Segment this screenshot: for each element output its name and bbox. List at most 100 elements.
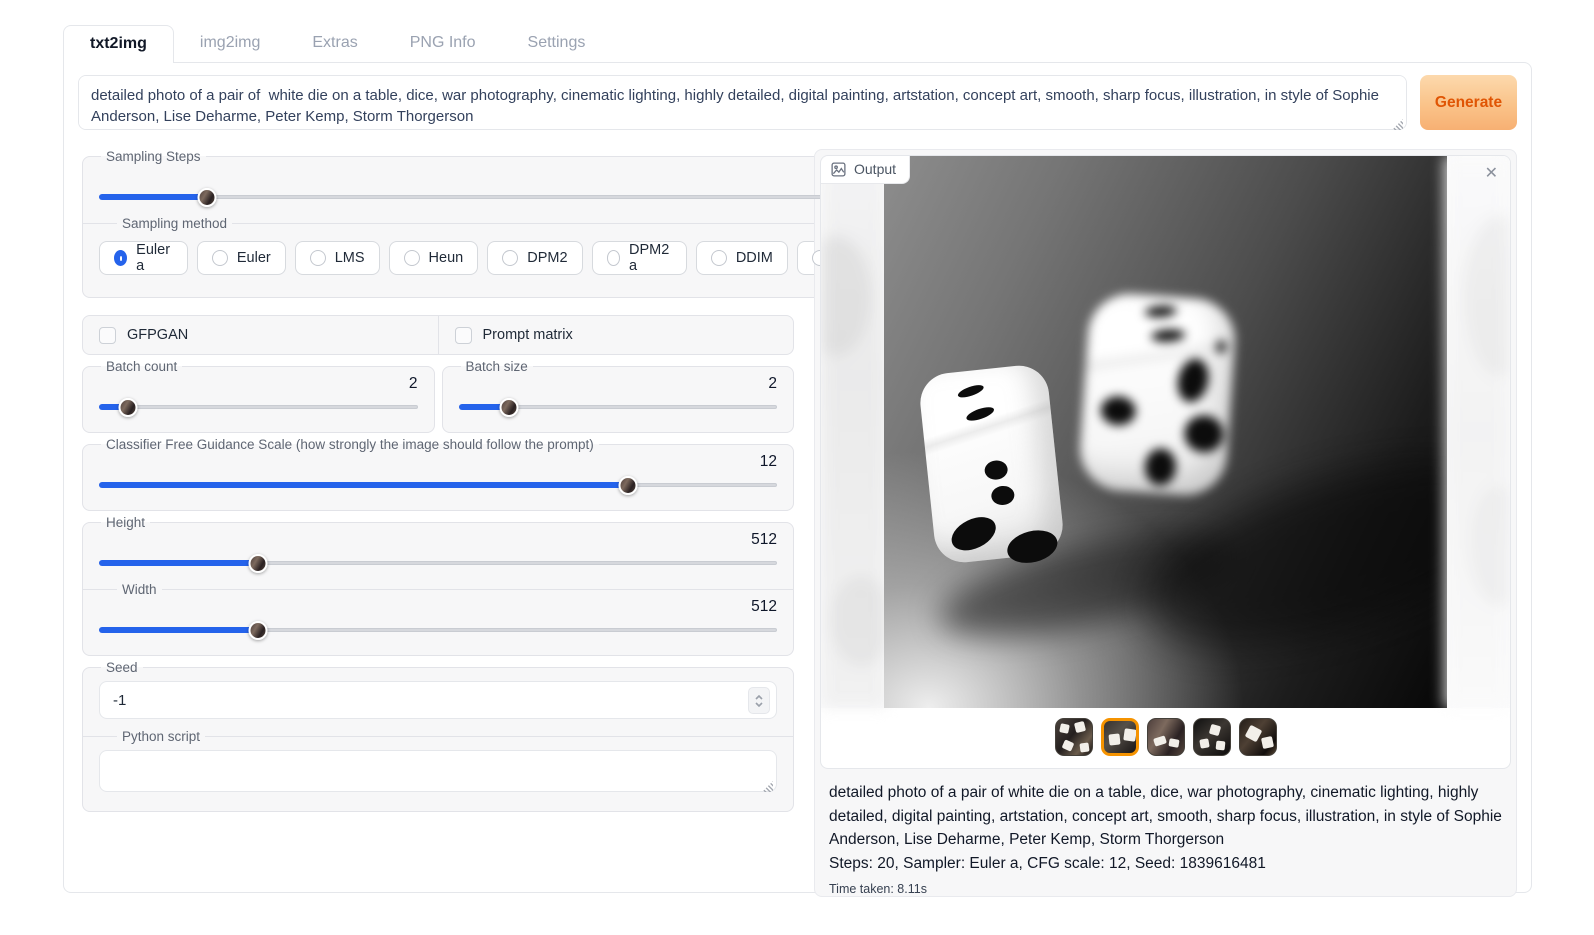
slider-thumb[interactable] bbox=[249, 621, 268, 640]
tab-img2img[interactable]: img2img bbox=[174, 25, 286, 62]
height-slider[interactable] bbox=[99, 554, 777, 572]
die-focused bbox=[917, 363, 1065, 565]
cfg-scale-label: Classifier Free Guidance Scale (how stro… bbox=[101, 437, 599, 452]
radio-label: DPM2 a bbox=[629, 242, 672, 274]
radio-ddim[interactable]: DDIM bbox=[696, 241, 788, 275]
radio-icon bbox=[711, 250, 727, 266]
sampling-steps-value: 20 bbox=[99, 164, 891, 188]
seed-group: Seed Python script bbox=[82, 660, 794, 812]
dimensions-group: Height 512 Width 512 bbox=[82, 515, 794, 656]
seed-input-wrap bbox=[99, 681, 777, 719]
width-slider[interactable] bbox=[99, 621, 777, 639]
tab-png-info[interactable]: PNG Info bbox=[384, 25, 502, 62]
sampling-group: Sampling Steps 20 Sampling method Euler … bbox=[82, 149, 908, 298]
radio-label: DPM2 bbox=[527, 250, 567, 266]
prompt-matrix-checkbox[interactable] bbox=[455, 327, 472, 344]
options-checkbox-panel: GFPGAN Prompt matrix bbox=[82, 315, 794, 355]
gallery-thumbnail-4[interactable] bbox=[1193, 718, 1231, 756]
batch-count-slider[interactable] bbox=[99, 398, 418, 416]
slider-thumb[interactable] bbox=[197, 188, 216, 207]
python-script-input[interactable] bbox=[99, 750, 777, 792]
batch-size-slider[interactable] bbox=[459, 398, 778, 416]
slider-thumb[interactable] bbox=[618, 476, 637, 495]
chevron-down-icon[interactable] bbox=[755, 702, 763, 707]
radio-label: DDIM bbox=[736, 250, 773, 266]
gfpgan-label: GFPGAN bbox=[127, 327, 188, 343]
python-script-label: Python script bbox=[117, 729, 205, 744]
sampling-method-group: Sampling method Euler a Euler LMS Heun D… bbox=[83, 216, 907, 287]
caption-prompt: detailed photo of a pair of white die on… bbox=[829, 781, 1502, 852]
slider-thumb[interactable] bbox=[500, 398, 519, 417]
gfpgan-checkbox[interactable] bbox=[99, 327, 116, 344]
radio-icon bbox=[404, 250, 420, 266]
gfpgan-option[interactable]: GFPGAN bbox=[83, 316, 439, 354]
slider-fill bbox=[99, 194, 207, 200]
tab-txt2img[interactable]: txt2img bbox=[63, 25, 174, 63]
radio-icon bbox=[607, 250, 620, 266]
output-label: Output bbox=[854, 161, 896, 177]
sampling-steps-label: Sampling Steps bbox=[101, 149, 206, 164]
tab-settings[interactable]: Settings bbox=[502, 25, 612, 62]
width-group: Width 512 bbox=[83, 582, 793, 645]
radio-dpm2[interactable]: DPM2 bbox=[487, 241, 582, 275]
height-value: 512 bbox=[99, 530, 777, 554]
previous-image-preview[interactable] bbox=[821, 156, 887, 708]
radio-dpm2-a[interactable]: DPM2 a bbox=[592, 241, 687, 275]
image-carousel bbox=[821, 156, 1510, 708]
chevron-up-icon[interactable] bbox=[755, 695, 763, 700]
slider-fill bbox=[99, 482, 628, 488]
gallery-thumbnail-1[interactable] bbox=[1055, 718, 1093, 756]
output-panel: Output ✕ bbox=[814, 149, 1517, 897]
radio-icon bbox=[502, 250, 518, 266]
cfg-scale-slider[interactable] bbox=[99, 476, 777, 494]
radio-euler-a[interactable]: Euler a bbox=[99, 241, 188, 275]
batch-count-group: Batch count 2 bbox=[82, 359, 435, 433]
batch-row: Batch count 2 Batch size 2 bbox=[82, 359, 794, 437]
python-script-box bbox=[99, 750, 777, 797]
gallery-thumbnail-5[interactable] bbox=[1239, 718, 1277, 756]
batch-size-group: Batch size 2 bbox=[442, 359, 795, 433]
batch-count-label: Batch count bbox=[101, 359, 182, 374]
output-column: Output ✕ bbox=[814, 149, 1517, 897]
radio-label: Heun bbox=[429, 250, 464, 266]
next-image-preview[interactable] bbox=[1444, 156, 1510, 708]
seed-input[interactable] bbox=[99, 681, 777, 719]
app-root: txt2img img2img Extras PNG Info Settings… bbox=[0, 25, 1594, 935]
close-icon[interactable]: ✕ bbox=[1482, 163, 1501, 185]
generated-image[interactable] bbox=[884, 156, 1447, 708]
output-label-chip: Output bbox=[821, 156, 910, 184]
prompt-input[interactable]: detailed photo of a pair of white die on… bbox=[78, 75, 1407, 130]
radio-euler[interactable]: Euler bbox=[197, 241, 286, 275]
radio-lms[interactable]: LMS bbox=[295, 241, 380, 275]
radio-icon bbox=[310, 250, 326, 266]
python-script-group: Python script bbox=[83, 729, 793, 801]
radio-label: Euler bbox=[237, 250, 271, 266]
seed-spinner[interactable] bbox=[748, 687, 770, 714]
die-blurred bbox=[1077, 291, 1237, 498]
radio-icon bbox=[212, 250, 228, 266]
generation-info: detailed photo of a pair of white die on… bbox=[820, 769, 1511, 902]
radio-heun[interactable]: Heun bbox=[389, 241, 479, 275]
caption-time-taken: Time taken: 8.11s bbox=[829, 878, 1502, 902]
seed-label: Seed bbox=[101, 660, 143, 675]
tab-bar: txt2img img2img Extras PNG Info Settings bbox=[63, 25, 1594, 62]
height-label: Height bbox=[101, 515, 150, 530]
sampling-steps-slider[interactable] bbox=[99, 188, 891, 206]
slider-thumb[interactable] bbox=[249, 554, 268, 573]
tab-extras[interactable]: Extras bbox=[286, 25, 383, 62]
thumbnail-strip bbox=[821, 718, 1510, 756]
width-value: 512 bbox=[99, 597, 777, 621]
gallery-thumbnail-3[interactable] bbox=[1147, 718, 1185, 756]
gallery-thumbnail-2-selected[interactable] bbox=[1101, 718, 1139, 756]
txt2img-tab-panel: detailed photo of a pair of white die on… bbox=[63, 62, 1532, 893]
image-icon bbox=[831, 162, 846, 177]
cfg-scale-group: Classifier Free Guidance Scale (how stro… bbox=[82, 437, 794, 511]
slider-track bbox=[99, 405, 418, 409]
generate-button[interactable]: Generate bbox=[1420, 75, 1517, 130]
sampling-method-options: Euler a Euler LMS Heun DPM2 DPM2 a DDIM … bbox=[99, 241, 891, 275]
caption-params: Steps: 20, Sampler: Euler a, CFG scale: … bbox=[829, 852, 1502, 876]
slider-thumb[interactable] bbox=[118, 398, 137, 417]
cfg-scale-value: 12 bbox=[99, 452, 777, 476]
prompt-matrix-option[interactable]: Prompt matrix bbox=[439, 316, 794, 354]
settings-column: Sampling Steps 20 Sampling method Euler … bbox=[82, 149, 794, 897]
